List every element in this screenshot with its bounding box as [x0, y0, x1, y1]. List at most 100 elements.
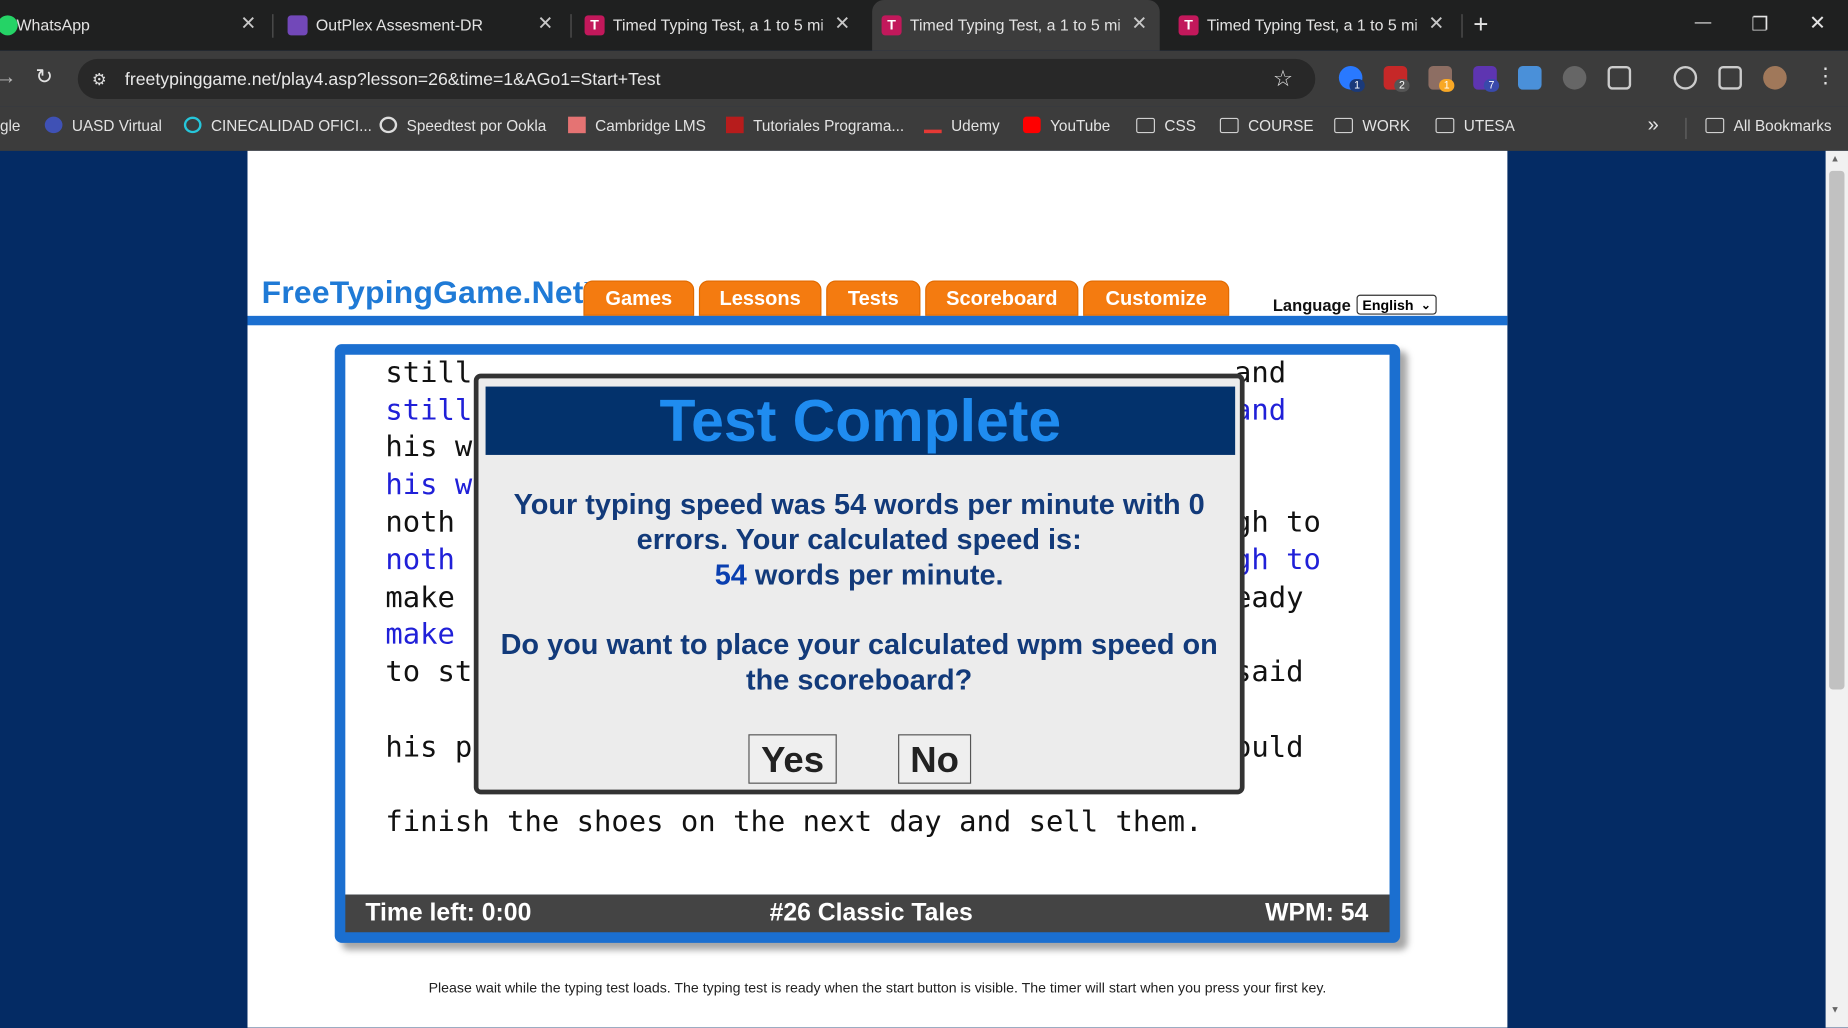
bookmark-label: UTESA	[1463, 116, 1515, 135]
status-bar: Time left: 0:00 #26 Classic Tales WPM: 5…	[345, 894, 1390, 933]
bookmark-label: CINECALIDAD OFICI...	[210, 116, 372, 135]
nav-underline	[247, 315, 1508, 326]
star-icon[interactable]: ☆	[1273, 66, 1293, 93]
tab-separator	[272, 14, 274, 38]
all-bookmarks-button[interactable]: All Bookmarks	[1705, 117, 1832, 134]
bookmark-folder-utesa[interactable]: UTESA	[1435, 116, 1515, 135]
address-bar[interactable]: ⚙ freetypinggame.net/play4.asp?lesson=26…	[77, 58, 1316, 99]
bookmark-uasd[interactable]: UASD Virtual	[44, 116, 162, 135]
scroll-up-icon[interactable]: ▲	[1830, 153, 1839, 164]
whatsapp-icon	[0, 15, 18, 36]
yes-button[interactable]: Yes	[748, 734, 837, 784]
close-icon[interactable]: ✕	[537, 12, 553, 36]
minimize-button[interactable]: —	[1695, 12, 1712, 31]
url-text: freetypinggame.net/play4.asp?lesson=26&t…	[124, 69, 661, 90]
calculated-speed: 54 words per minute.	[714, 559, 1004, 592]
tab-title: OutPlex Assesment-DR	[315, 16, 483, 35]
bookmark-cinecalidad[interactable]: CINECALIDAD OFICI...	[183, 116, 372, 135]
text-line: still and	[385, 354, 1287, 389]
bookmark-google[interactable]: gle	[0, 117, 20, 135]
text-line: his w	[385, 428, 473, 464]
nav-tests[interactable]: Tests	[826, 280, 921, 316]
nav-games[interactable]: Games	[583, 280, 695, 316]
side-panel-icon[interactable]	[1718, 65, 1742, 90]
cinecalidad-icon	[183, 116, 202, 134]
menu-icon[interactable]: ⋮	[1815, 64, 1836, 89]
bookmark-cambridge[interactable]: Cambridge LMS	[568, 116, 706, 135]
site-logo[interactable]: FreeTypingGame.Net™	[262, 275, 597, 312]
reload-icon[interactable]: ↻	[35, 65, 53, 90]
close-icon[interactable]: ✕	[834, 12, 850, 36]
scrollbar[interactable]: ▲ ▼	[1825, 150, 1848, 1028]
bookmark-folder-work[interactable]: WORK	[1334, 116, 1411, 135]
tab-title: WhatsApp	[16, 16, 90, 35]
translate-icon[interactable]	[1517, 65, 1542, 90]
bookmark-tutoriales[interactable]: Tutoriales Programa...	[725, 116, 904, 134]
tab-title: Timed Typing Test, a 1 to 5 min	[612, 16, 823, 35]
tab-typing-test-1[interactable]: T Timed Typing Test, a 1 to 5 min ✕	[575, 0, 867, 51]
language-select[interactable]: English ⌄	[1356, 294, 1437, 315]
youtube-channel-icon	[725, 116, 744, 134]
tab-typing-test-3[interactable]: T Timed Typing Test, a 1 to 5 min ✕	[1169, 0, 1457, 51]
typing-text-area[interactable]: still and still and his w his w noth gh to …	[345, 354, 1390, 895]
tab-whatsapp[interactable]: WhatsApp ✕	[0, 0, 266, 51]
bookmark-folder-css[interactable]: CSS	[1136, 116, 1196, 135]
restore-button[interactable]: ❐	[1751, 13, 1768, 37]
tab-separator	[570, 14, 572, 38]
bookmark-label: WORK	[1362, 116, 1411, 135]
nav-customize[interactable]: Customize	[1083, 280, 1230, 316]
tab-separator	[1461, 14, 1463, 38]
text-line: to st said	[385, 654, 1304, 689]
text-line-typed: his w	[385, 466, 473, 501]
text-line-typed: still and	[385, 392, 1287, 427]
no-button[interactable]: No	[898, 734, 972, 784]
bookmark-udemy[interactable]: Udemy	[923, 116, 1000, 135]
close-icon[interactable]: ✕	[1131, 12, 1147, 36]
bookmark-youtube[interactable]: YouTube	[1022, 116, 1111, 135]
bookmark-label: Cambridge LMS	[595, 116, 706, 135]
folder-icon	[1435, 117, 1455, 134]
performance-icon[interactable]	[1673, 65, 1698, 90]
forward-icon[interactable]: →	[0, 65, 16, 90]
text-line: noth gh to	[385, 504, 1321, 539]
bookmark-label: Udemy	[951, 116, 1000, 135]
avatar[interactable]	[1763, 65, 1787, 90]
t-icon: T	[881, 15, 902, 36]
extension-badge: 1	[1439, 78, 1455, 92]
scoreboard-question-line2: the scoreboard?	[746, 664, 973, 697]
more-bookmarks-button[interactable]: »	[1648, 113, 1659, 137]
tab-typing-test-active[interactable]: T Timed Typing Test, a 1 to 5 min ✕	[872, 0, 1160, 51]
bookmark-speedtest[interactable]: Speedtest por Ookla	[379, 116, 546, 134]
new-tab-button[interactable]: +	[1473, 9, 1488, 40]
text-line: his p ould	[385, 729, 1304, 764]
cambridge-icon	[568, 116, 586, 134]
wpm-display: WPM: 54	[1265, 899, 1369, 927]
scoreboard-question-line1: Do you want to place your calculated wpm…	[500, 629, 1218, 662]
close-icon[interactable]: ✕	[1428, 12, 1444, 36]
t-icon: T	[584, 15, 605, 36]
tab-outplex[interactable]: OutPlex Assesment-DR ✕	[278, 0, 570, 51]
bookmark-label: UASD Virtual	[71, 116, 162, 135]
udemy-icon	[923, 117, 942, 134]
bookmark-label: YouTube	[1050, 116, 1111, 135]
bookmark-folder-course[interactable]: COURSE	[1219, 117, 1314, 134]
site-info-icon[interactable]: ⚙	[92, 70, 107, 90]
uasd-icon	[44, 116, 63, 134]
calculated-wpm: 54	[714, 559, 747, 592]
folder-icon	[1705, 117, 1725, 134]
page-content: FreeTypingGame.Net™ Games Lessons Tests …	[247, 150, 1508, 1028]
t-icon: T	[1178, 15, 1199, 36]
close-window-button[interactable]: ✕	[1809, 12, 1826, 36]
logo-text: FreeTypingGame.Net	[261, 274, 584, 310]
forms-icon	[287, 15, 308, 36]
nav-lessons[interactable]: Lessons	[698, 280, 822, 316]
extensions-puzzle-icon[interactable]	[1607, 65, 1632, 90]
test-complete-dialog: Test Complete Your typing speed was 54 w…	[473, 373, 1245, 795]
scrollbar-thumb[interactable]	[1829, 170, 1845, 690]
nav-scoreboard[interactable]: Scoreboard	[925, 280, 1079, 316]
feather-icon[interactable]	[1562, 65, 1587, 90]
scroll-down-icon[interactable]: ▼	[1830, 1004, 1839, 1015]
close-icon[interactable]: ✕	[240, 12, 256, 36]
language-value: English	[1362, 296, 1414, 314]
bookmark-label: CSS	[1164, 116, 1196, 135]
